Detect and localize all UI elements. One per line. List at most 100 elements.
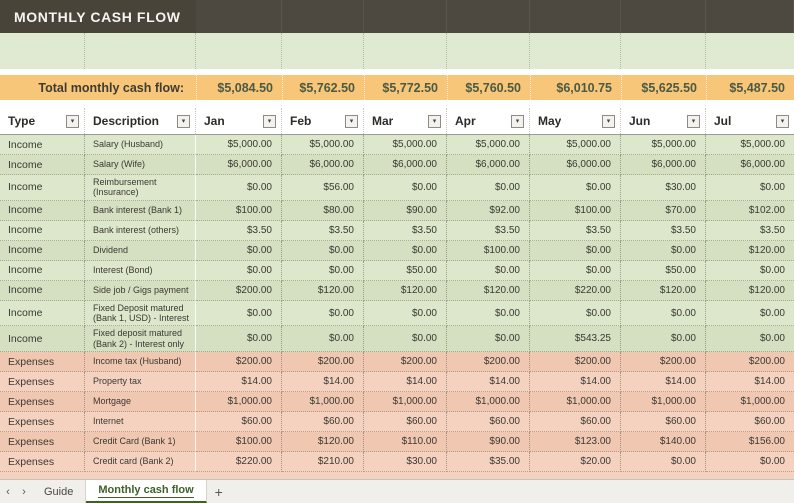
row-value-cell[interactable]: $120.00 — [706, 240, 794, 261]
row-value-cell[interactable]: $6,000.00 — [447, 155, 530, 175]
row-value-cell[interactable]: $0.00 — [364, 326, 447, 353]
row-type-cell[interactable]: Income — [0, 300, 85, 327]
row-value-cell[interactable]: $3.50 — [706, 220, 794, 241]
row-value-cell[interactable]: $0.00 — [447, 175, 530, 201]
row-value-cell[interactable]: $0.00 — [621, 240, 706, 261]
row-value-cell[interactable]: $0.00 — [706, 300, 794, 327]
row-description-cell[interactable]: Internet — [85, 412, 196, 433]
row-value-cell[interactable]: $6,000.00 — [196, 155, 282, 175]
filter-dropdown-button[interactable]: ▾ — [177, 114, 190, 128]
row-description-cell[interactable]: Side job / Gigs payment — [85, 280, 196, 301]
row-value-cell[interactable]: $200.00 — [530, 352, 621, 373]
row-value-cell[interactable]: $200.00 — [364, 352, 447, 373]
row-value-cell[interactable]: $0.00 — [447, 260, 530, 281]
row-value-cell[interactable]: $543.25 — [530, 326, 621, 353]
row-description-cell[interactable]: Dividend — [85, 240, 196, 261]
row-description-cell[interactable]: Salary (Husband) — [85, 135, 196, 155]
row-value-cell[interactable]: $3.50 — [530, 220, 621, 241]
row-type-cell[interactable]: Expenses — [0, 412, 85, 433]
row-value-cell[interactable]: $0.00 — [196, 175, 282, 201]
row-value-cell[interactable]: $1,000.00 — [364, 392, 447, 413]
row-type-cell[interactable]: Income — [0, 326, 85, 353]
row-value-cell[interactable]: $5,000.00 — [621, 135, 706, 155]
row-value-cell[interactable]: $220.00 — [196, 452, 282, 473]
row-value-cell[interactable]: $120.00 — [447, 280, 530, 301]
row-value-cell[interactable]: $1,000.00 — [282, 392, 364, 413]
row-value-cell[interactable]: $210.00 — [282, 452, 364, 473]
filter-dropdown-button[interactable]: ▾ — [687, 114, 700, 128]
row-value-cell[interactable]: $1,000.00 — [706, 392, 794, 413]
row-value-cell[interactable]: $0.00 — [196, 300, 282, 327]
row-type-cell[interactable]: Income — [0, 175, 85, 201]
row-description-cell[interactable]: Interest (Bond) — [85, 260, 196, 281]
row-description-cell[interactable]: Fixed Deposit matured (Bank 1, USD) - In… — [85, 300, 196, 327]
row-value-cell[interactable]: $5,000.00 — [196, 135, 282, 155]
row-value-cell[interactable]: $5,000.00 — [706, 135, 794, 155]
row-type-cell[interactable]: Income — [0, 280, 85, 301]
row-value-cell[interactable]: $14.00 — [530, 372, 621, 393]
row-value-cell[interactable]: $0.00 — [530, 300, 621, 327]
row-value-cell[interactable]: $0.00 — [621, 452, 706, 473]
row-value-cell[interactable]: $30.00 — [621, 175, 706, 201]
row-value-cell[interactable]: $100.00 — [530, 200, 621, 221]
row-value-cell[interactable]: $1,000.00 — [447, 392, 530, 413]
row-type-cell[interactable]: Expenses — [0, 452, 85, 473]
row-value-cell[interactable]: $3.50 — [282, 220, 364, 241]
row-value-cell[interactable]: $100.00 — [196, 432, 282, 453]
sheet-nav-left-icon[interactable]: ‹ — [0, 480, 16, 503]
row-value-cell[interactable]: $60.00 — [447, 412, 530, 433]
row-description-cell[interactable]: Bank interest (Bank 1) — [85, 200, 196, 221]
row-value-cell[interactable]: $0.00 — [530, 260, 621, 281]
row-value-cell[interactable]: $90.00 — [447, 432, 530, 453]
row-value-cell[interactable]: $200.00 — [196, 352, 282, 373]
row-value-cell[interactable]: $100.00 — [196, 200, 282, 221]
row-type-cell[interactable]: Income — [0, 240, 85, 261]
row-value-cell[interactable]: $6,000.00 — [706, 155, 794, 175]
row-value-cell[interactable]: $0.00 — [706, 452, 794, 473]
row-value-cell[interactable]: $5,000.00 — [364, 135, 447, 155]
row-value-cell[interactable]: $0.00 — [196, 326, 282, 353]
row-description-cell[interactable]: Salary (Wife) — [85, 155, 196, 175]
row-value-cell[interactable]: $0.00 — [282, 240, 364, 261]
row-value-cell[interactable]: $156.00 — [706, 432, 794, 453]
row-type-cell[interactable]: Expenses — [0, 432, 85, 453]
add-sheet-button[interactable]: + — [207, 480, 231, 503]
row-value-cell[interactable]: $0.00 — [282, 300, 364, 327]
row-type-cell[interactable]: Income — [0, 200, 85, 221]
row-type-cell[interactable]: Income — [0, 135, 85, 155]
row-value-cell[interactable]: $35.00 — [447, 452, 530, 473]
row-value-cell[interactable]: $123.00 — [530, 432, 621, 453]
row-value-cell[interactable]: $60.00 — [282, 412, 364, 433]
row-value-cell[interactable]: $200.00 — [706, 352, 794, 373]
row-value-cell[interactable]: $3.50 — [621, 220, 706, 241]
row-value-cell[interactable]: $0.00 — [621, 326, 706, 353]
row-description-cell[interactable]: Income tax (Husband) — [85, 352, 196, 373]
row-value-cell[interactable]: $0.00 — [282, 326, 364, 353]
row-value-cell[interactable]: $140.00 — [621, 432, 706, 453]
row-value-cell[interactable]: $0.00 — [706, 260, 794, 281]
sheet-tab-guide[interactable]: Guide — [32, 480, 87, 503]
row-value-cell[interactable]: $56.00 — [282, 175, 364, 201]
filter-dropdown-button[interactable]: ▾ — [428, 114, 441, 128]
row-value-cell[interactable]: $220.00 — [530, 280, 621, 301]
row-value-cell[interactable]: $0.00 — [530, 175, 621, 201]
row-value-cell[interactable]: $90.00 — [364, 200, 447, 221]
sheet-nav-right-icon[interactable]: › — [16, 480, 32, 503]
row-value-cell[interactable]: $5,000.00 — [530, 135, 621, 155]
row-type-cell[interactable]: Expenses — [0, 372, 85, 393]
row-value-cell[interactable]: $110.00 — [364, 432, 447, 453]
row-value-cell[interactable]: $200.00 — [447, 352, 530, 373]
row-value-cell[interactable]: $0.00 — [196, 260, 282, 281]
row-value-cell[interactable]: $0.00 — [447, 300, 530, 327]
row-type-cell[interactable]: Expenses — [0, 392, 85, 413]
row-value-cell[interactable]: $3.50 — [196, 220, 282, 241]
row-value-cell[interactable]: $6,000.00 — [530, 155, 621, 175]
filter-dropdown-button[interactable]: ▾ — [776, 114, 789, 128]
row-value-cell[interactable]: $6,000.00 — [282, 155, 364, 175]
row-value-cell[interactable]: $0.00 — [706, 326, 794, 353]
row-value-cell[interactable]: $3.50 — [364, 220, 447, 241]
row-type-cell[interactable]: Income — [0, 155, 85, 175]
row-value-cell[interactable]: $1,000.00 — [196, 392, 282, 413]
row-value-cell[interactable]: $0.00 — [530, 240, 621, 261]
row-value-cell[interactable]: $0.00 — [364, 175, 447, 201]
